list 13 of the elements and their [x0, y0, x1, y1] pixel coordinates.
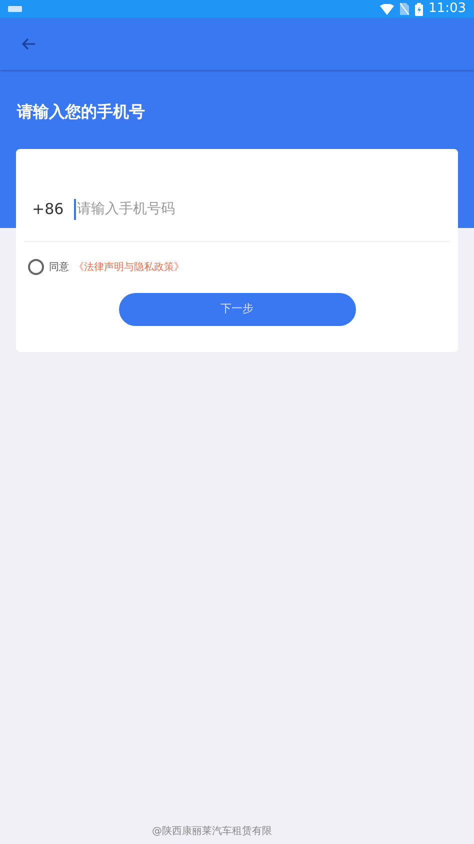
no-sim-icon: [400, 3, 409, 15]
phone-input-field[interactable]: 请输入手机号码: [74, 198, 442, 220]
battery-icon: [414, 2, 423, 16]
footer-copyright: @陕西康丽莱汽车租赁有限: [152, 826, 272, 837]
next-button[interactable]: 下一步: [118, 293, 356, 326]
agree-label: 同意: [49, 260, 69, 274]
policy-link[interactable]: 《法律声明与隐私政策》: [74, 260, 184, 274]
notification-icon: [8, 5, 22, 13]
page-title: 请输入您的手机号: [17, 101, 146, 123]
agree-radio[interactable]: [28, 259, 44, 275]
country-code[interactable]: +86: [32, 198, 68, 220]
wifi-icon: [380, 4, 394, 14]
status-time: 11:03: [428, 0, 466, 18]
